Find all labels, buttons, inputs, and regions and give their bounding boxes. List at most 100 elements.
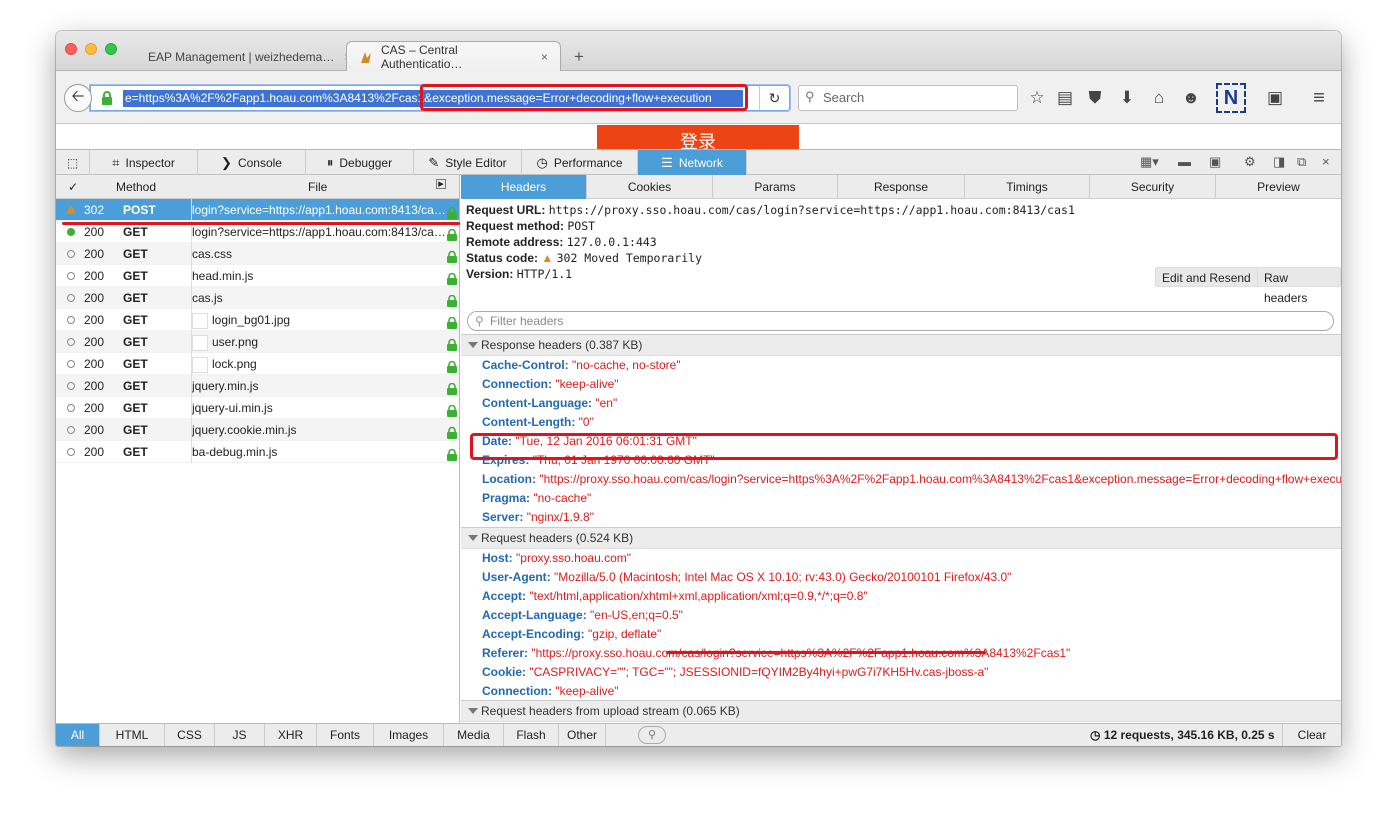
filter-headers-input[interactable]: ⚲ Filter headers bbox=[467, 311, 1334, 331]
search-icon[interactable]: ⚲ bbox=[638, 726, 666, 744]
header-row[interactable]: Cookie: "CASPRIVACY=""; TGC=""; JSESSION… bbox=[482, 663, 988, 682]
header-row[interactable]: Server: "nginx/1.9.8" bbox=[482, 508, 594, 527]
method-column-header[interactable]: Method bbox=[116, 180, 156, 194]
request-row[interactable]: 200 GET cas.js bbox=[56, 287, 459, 309]
header-row[interactable]: Accept-Encoding: "gzip, deflate" bbox=[482, 625, 661, 644]
secure-lock-icon bbox=[447, 248, 457, 263]
file-name: jquery.min.js bbox=[192, 379, 259, 393]
tab-headers[interactable]: Headers bbox=[461, 175, 587, 199]
tab-performance[interactable]: ◷ Performance bbox=[522, 150, 638, 175]
header-row[interactable]: Connection: "keep-alive" bbox=[482, 682, 619, 701]
undock-icon[interactable]: ⧉ bbox=[1297, 154, 1306, 170]
request-row[interactable]: 200 GET cas.css bbox=[56, 243, 459, 265]
bookmark-star-icon[interactable]: ☆ bbox=[1026, 87, 1048, 109]
close-devtools-icon[interactable]: × bbox=[1322, 154, 1330, 169]
status-column-header[interactable]: ✓ bbox=[68, 180, 78, 194]
header-row[interactable]: Pragma: "no-cache" bbox=[482, 489, 591, 508]
filter-fonts[interactable]: Fonts bbox=[317, 724, 374, 746]
reading-list-icon[interactable]: ▤ bbox=[1054, 87, 1076, 109]
request-row[interactable]: 200 GET user.png bbox=[56, 331, 459, 353]
clear-button[interactable]: Clear bbox=[1282, 724, 1341, 746]
tab-console[interactable]: ❯ Console bbox=[198, 150, 306, 175]
file-column-header[interactable]: File bbox=[308, 180, 327, 194]
header-row[interactable]: Host: "proxy.sso.hoau.com" bbox=[482, 549, 631, 568]
response-headers-section[interactable]: Response headers (0.387 KB) bbox=[461, 334, 1341, 356]
filter-media[interactable]: Media bbox=[444, 724, 504, 746]
request-row[interactable]: 200 GET jquery.cookie.min.js bbox=[56, 419, 459, 441]
screenshot-icon[interactable]: ▣ bbox=[1209, 154, 1221, 170]
tab-debugger[interactable]: ⏸ Debugger bbox=[306, 150, 414, 175]
home-icon[interactable]: ⌂ bbox=[1148, 87, 1170, 109]
tab-label: Style Editor bbox=[445, 155, 507, 170]
file-name: login?service=https://app1.hoau.com:8413… bbox=[192, 203, 446, 217]
browser-tab-cas[interactable]: CAS – Central Authenticatio… × bbox=[346, 41, 561, 72]
tab-cookies[interactable]: Cookies bbox=[587, 175, 713, 199]
back-button[interactable]: 🡠 bbox=[64, 84, 92, 112]
edit-and-resend-button[interactable]: Edit and Resend bbox=[1155, 267, 1258, 287]
browser-tab-eap[interactable]: EAP Management | weizhedema… × bbox=[136, 41, 363, 72]
split-console-icon[interactable]: ▬ bbox=[1178, 154, 1191, 169]
tab-close-icon[interactable]: × bbox=[541, 50, 548, 64]
tab-params[interactable]: Params bbox=[713, 175, 838, 199]
tab-style-editor[interactable]: ✎ Style Editor bbox=[414, 150, 522, 175]
toggle-details-icon[interactable]: ▸ bbox=[436, 179, 446, 190]
tab-label: Network bbox=[678, 155, 723, 170]
header-row[interactable]: Accept-Language: "en-US,en;q=0.5" bbox=[482, 606, 683, 625]
request-headers-section[interactable]: Request headers (0.524 KB) bbox=[461, 527, 1341, 549]
login-button[interactable]: 登录 bbox=[597, 125, 799, 149]
header-value: "no-cache" bbox=[533, 491, 592, 505]
tab-preview[interactable]: Preview bbox=[1216, 175, 1341, 199]
pick-element-icon[interactable]: ⬚ bbox=[56, 150, 90, 175]
request-row[interactable]: 200 GET lock.png bbox=[56, 353, 459, 375]
filter-all[interactable]: All bbox=[56, 724, 100, 746]
filter-other[interactable]: Other bbox=[559, 724, 606, 746]
request-row[interactable]: 302 POST login?service=https://app1.hoau.c… bbox=[56, 199, 459, 221]
n-extension-icon[interactable]: N bbox=[1216, 83, 1246, 113]
filter-flash[interactable]: Flash bbox=[504, 724, 559, 746]
zoom-window-button[interactable] bbox=[105, 43, 117, 55]
tab-timings[interactable]: Timings bbox=[965, 175, 1090, 199]
new-tab-button[interactable]: + bbox=[562, 41, 596, 72]
tab-response[interactable]: Response bbox=[838, 175, 965, 199]
tab-inspector[interactable]: ⌗ Inspector bbox=[90, 150, 198, 175]
close-window-button[interactable] bbox=[65, 43, 77, 55]
header-row[interactable]: Accept: "text/html,application/xhtml+xml… bbox=[482, 587, 868, 606]
dock-side-icon[interactable]: ◨ bbox=[1273, 154, 1285, 170]
chat-icon[interactable]: ☻ bbox=[1180, 87, 1202, 109]
status-indicator-icon bbox=[67, 404, 75, 412]
filter-images[interactable]: Images bbox=[374, 724, 444, 746]
minimize-window-button[interactable] bbox=[85, 43, 97, 55]
request-row[interactable]: 200 GET login_bg01.jpg bbox=[56, 309, 459, 331]
tab-security[interactable]: Security bbox=[1090, 175, 1216, 199]
menu-icon[interactable]: ≡ bbox=[1308, 87, 1330, 109]
pocket-icon[interactable]: ⛊ bbox=[1084, 87, 1106, 109]
header-row[interactable]: Connection: "keep-alive" bbox=[482, 375, 619, 394]
header-row[interactable]: Content-Length: "0" bbox=[482, 413, 594, 432]
search-input[interactable]: ⚲ Search bbox=[798, 85, 1018, 111]
filter-js[interactable]: JS bbox=[215, 724, 265, 746]
request-row[interactable]: 200 GET head.min.js bbox=[56, 265, 459, 287]
download-icon[interactable]: ⬇ bbox=[1116, 87, 1138, 109]
raw-headers-button[interactable]: Raw headers bbox=[1257, 267, 1341, 305]
request-method: GET bbox=[123, 313, 148, 327]
header-row[interactable]: Cache-Control: "no-cache, no-store" bbox=[482, 356, 681, 375]
header-row[interactable]: User-Agent: "Mozilla/5.0 (Macintosh; Int… bbox=[482, 568, 1011, 587]
filter-css[interactable]: CSS bbox=[165, 724, 215, 746]
request-row[interactable]: 200 GET jquery-ui.min.js bbox=[56, 397, 459, 419]
request-file: ba-debug.min.js bbox=[191, 441, 446, 463]
header-row[interactable]: Content-Language: "en" bbox=[482, 394, 617, 413]
responsive-mode-icon[interactable]: ▦▾ bbox=[1140, 154, 1159, 170]
status-code: 200 bbox=[84, 291, 105, 305]
location-highlight-annotation bbox=[470, 433, 1338, 460]
settings-gear-icon[interactable]: ⚙ bbox=[1244, 154, 1256, 170]
header-row[interactable]: Location: "https://proxy.sso.hoau.com/ca… bbox=[482, 470, 1341, 489]
tab-network[interactable]: ☰ Network bbox=[638, 150, 747, 175]
request-method: GET bbox=[123, 423, 148, 437]
filter-xhr[interactable]: XHR bbox=[265, 724, 317, 746]
extension-icon[interactable]: ▣ bbox=[1264, 87, 1286, 109]
request-row[interactable]: 200 GET ba-debug.min.js bbox=[56, 441, 459, 463]
filter-html[interactable]: HTML bbox=[100, 724, 165, 746]
upload-headers-section[interactable]: Request headers from upload stream (0.06… bbox=[461, 700, 1341, 722]
request-row[interactable]: 200 GET jquery.min.js bbox=[56, 375, 459, 397]
reload-icon[interactable]: ↻ bbox=[759, 86, 789, 110]
